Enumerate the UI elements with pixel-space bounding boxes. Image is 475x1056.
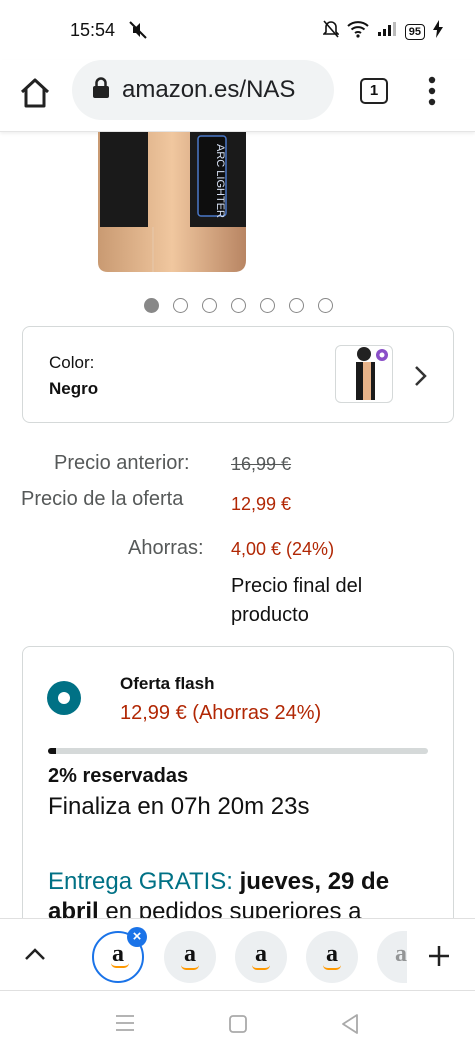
deal-price-label: Precio de la oferta [21, 488, 184, 510]
final-price-note: Precio final del producto [231, 575, 363, 626]
tab-switcher-button[interactable]: 1 [360, 78, 388, 104]
flash-offer-card[interactable]: Oferta flash 12,99 € (Ahorras 24%) 2% re… [22, 646, 454, 936]
android-nav-bar [0, 992, 475, 1056]
battery-level: 95 [404, 23, 425, 40]
close-tab-button[interactable]: × [127, 927, 147, 947]
savings-value: 4,00 € (24%) [231, 539, 335, 559]
tab-amazon[interactable]: a [306, 931, 358, 983]
amazon-logo-icon: a [255, 940, 267, 967]
carousel-dot[interactable] [318, 298, 333, 313]
browser-tab-strip: a × a a a a [0, 918, 475, 991]
offer-price: 12,99 € (Ahorras 24%) [120, 702, 322, 724]
lock-icon [92, 76, 110, 104]
back-icon[interactable] [340, 1013, 360, 1040]
browser-toolbar: amazon.es/NAS 1 [0, 60, 475, 132]
signal-icon [377, 21, 397, 42]
tab-amazon[interactable]: a [164, 931, 216, 983]
previous-price-label: Precio anterior: [54, 452, 190, 474]
carousel-dot[interactable] [260, 298, 275, 313]
wifi-icon [347, 20, 369, 43]
reserved-progress-bar [48, 748, 428, 754]
reserved-text: 2% reservadas [48, 765, 189, 787]
savings-label: Ahorras: [128, 537, 204, 559]
previous-price-value: 16,99 € [231, 454, 292, 474]
amazon-logo-icon: a [326, 940, 338, 967]
charging-icon [433, 20, 443, 43]
reserved-progress-fill [48, 748, 56, 754]
product-image-text: ARC LIGHTER [214, 144, 226, 218]
mute-icon [128, 20, 148, 45]
tab-amazon-partial[interactable]: a [377, 931, 407, 983]
color-selector[interactable]: Color: Negro [22, 326, 454, 423]
status-bar: 15:54 95 [0, 0, 475, 60]
product-image[interactable]: ARC LIGHTER [98, 132, 248, 274]
carousel-dot[interactable] [144, 298, 159, 313]
carousel-dot[interactable] [289, 298, 304, 313]
recents-icon[interactable] [114, 1014, 136, 1037]
amazon-logo-icon: a [184, 940, 196, 967]
carousel-dot[interactable] [202, 298, 217, 313]
color-value: Negro [49, 379, 99, 398]
chevron-right-icon [413, 365, 427, 392]
status-time: 15:54 [70, 20, 116, 40]
offer-title: Oferta flash [120, 674, 215, 693]
url-bar[interactable]: amazon.es/NAS [72, 60, 334, 120]
color-label: Color: [49, 353, 95, 372]
amazon-logo-icon: a [395, 940, 407, 967]
add-tab-icon[interactable] [426, 943, 452, 974]
alarm-off-icon [321, 20, 340, 43]
tab-amazon[interactable]: a [235, 931, 287, 983]
image-carousel-dots[interactable] [144, 298, 333, 313]
carousel-dot[interactable] [231, 298, 246, 313]
home-icon[interactable] [18, 76, 52, 110]
home-nav-icon[interactable] [228, 1014, 248, 1039]
delivery-free-label: Entrega GRATIS: [48, 868, 233, 895]
battery-icon: 95 [404, 23, 425, 40]
color-thumbnail[interactable] [335, 345, 393, 403]
deal-price-value: 12,99 € [231, 494, 292, 514]
carousel-dot[interactable] [173, 298, 188, 313]
menu-icon[interactable] [424, 74, 440, 108]
countdown-text: Finaliza en 07h 20m 23s [48, 793, 310, 820]
offer-radio-button[interactable] [47, 681, 81, 715]
chevron-up-icon[interactable] [24, 947, 46, 966]
url-text: amazon.es/NAS [122, 76, 296, 103]
